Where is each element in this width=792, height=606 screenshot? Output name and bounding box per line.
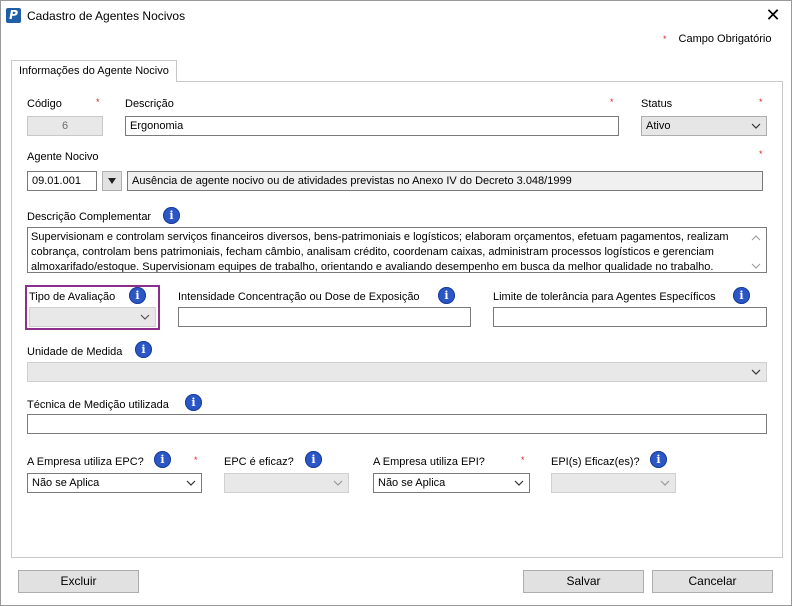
- chevron-down-icon: [332, 477, 344, 489]
- chevron-down-icon: [750, 120, 762, 132]
- epi-eficaz-label: EPI(s) Eficaz(es)?: [551, 456, 640, 468]
- agente-code-input[interactable]: 09.01.001: [27, 171, 97, 191]
- close-icon[interactable]: ✕: [761, 4, 785, 28]
- required-legend-text: Campo Obrigatório: [678, 33, 772, 45]
- status-label: Status: [641, 98, 673, 110]
- salvar-button[interactable]: Salvar: [523, 570, 644, 593]
- window-title: Cadastro de Agentes Nocivos: [27, 9, 186, 23]
- caret-down-icon: [108, 178, 116, 184]
- epc-required-star: *: [194, 455, 198, 465]
- tecnica-medicao-label: Técnica de Medição utilizada: [27, 399, 169, 411]
- descricao-complementar-textarea[interactable]: Supervisionam e controlam serviços finan…: [27, 227, 767, 273]
- descricao-input[interactable]: Ergonomia: [125, 116, 619, 136]
- codigo-label: Código: [27, 98, 62, 110]
- info-icon[interactable]: i: [163, 207, 180, 224]
- info-icon[interactable]: i: [650, 451, 667, 468]
- empresa-epi-select[interactable]: Não se Aplica: [373, 473, 530, 493]
- info-icon[interactable]: i: [733, 287, 750, 304]
- chevron-down-icon: [750, 366, 762, 378]
- epi-required-star: *: [521, 455, 525, 465]
- status-select[interactable]: Ativo: [641, 116, 767, 136]
- codigo-field: 6: [27, 116, 103, 136]
- agente-nocivo-label: Agente Nocivo: [27, 151, 99, 163]
- agente-required-star: *: [759, 149, 763, 159]
- codigo-required-star: *: [96, 97, 100, 107]
- info-icon[interactable]: i: [185, 394, 202, 411]
- epc-eficaz-select[interactable]: [224, 473, 349, 493]
- tab-informacoes-agente[interactable]: Informações do Agente Nocivo: [11, 60, 177, 82]
- empresa-epi-value: Não se Aplica: [378, 477, 446, 489]
- chevron-down-icon: [659, 477, 671, 489]
- unidade-medida-select[interactable]: [27, 362, 767, 382]
- unidade-medida-label: Unidade de Medida: [27, 346, 123, 358]
- tipo-avaliacao-label: Tipo de Avaliação: [29, 291, 116, 303]
- agente-lookup-button[interactable]: [102, 171, 122, 191]
- empresa-epc-label: A Empresa utiliza EPC?: [27, 456, 144, 468]
- chevron-down-icon: [139, 311, 151, 323]
- dialog-window: P Cadastro de Agentes Nocivos ✕ * Campo O…: [0, 0, 792, 606]
- chevron-down-icon: [513, 477, 525, 489]
- status-required-star: *: [759, 97, 763, 107]
- descricao-complementar-text: Supervisionam e controlam serviços finan…: [31, 231, 729, 273]
- epc-eficaz-label: EPC é eficaz?: [224, 456, 294, 468]
- cancelar-button[interactable]: Cancelar: [652, 570, 773, 593]
- info-icon[interactable]: i: [154, 451, 171, 468]
- required-legend: * Campo Obrigatório: [663, 33, 771, 45]
- info-icon[interactable]: i: [438, 287, 455, 304]
- agente-description-field: Ausência de agente nocivo ou de atividad…: [127, 171, 763, 191]
- empresa-epc-value: Não se Aplica: [32, 477, 100, 489]
- required-star: *: [663, 34, 667, 44]
- limite-tolerancia-input[interactable]: [493, 307, 767, 327]
- epi-eficaz-select[interactable]: [551, 473, 676, 493]
- descricao-label: Descrição: [125, 98, 174, 110]
- empresa-epc-select[interactable]: Não se Aplica: [27, 473, 202, 493]
- info-icon[interactable]: i: [129, 287, 146, 304]
- title-bar: P Cadastro de Agentes Nocivos ✕: [1, 1, 791, 31]
- chevron-down-icon: [185, 477, 197, 489]
- info-icon[interactable]: i: [305, 451, 322, 468]
- empresa-epi-label: A Empresa utiliza EPI?: [373, 456, 485, 468]
- intensidade-input[interactable]: [178, 307, 471, 327]
- app-logo-icon: P: [6, 8, 21, 23]
- info-icon[interactable]: i: [135, 341, 152, 358]
- limite-tolerancia-label: Limite de tolerância para Agentes Especí…: [493, 291, 716, 303]
- descricao-required-star: *: [610, 97, 614, 107]
- excluir-button[interactable]: Excluir: [18, 570, 139, 593]
- status-select-value: Ativo: [646, 120, 671, 132]
- intensidade-label: Intensidade Concentração ou Dose de Expo…: [178, 291, 420, 303]
- tipo-avaliacao-select[interactable]: [29, 307, 156, 327]
- scroll-up-icon[interactable]: [751, 232, 761, 241]
- descricao-complementar-label: Descrição Complementar: [27, 211, 152, 223]
- tecnica-medicao-input[interactable]: [27, 414, 767, 434]
- scroll-down-icon[interactable]: [751, 260, 761, 269]
